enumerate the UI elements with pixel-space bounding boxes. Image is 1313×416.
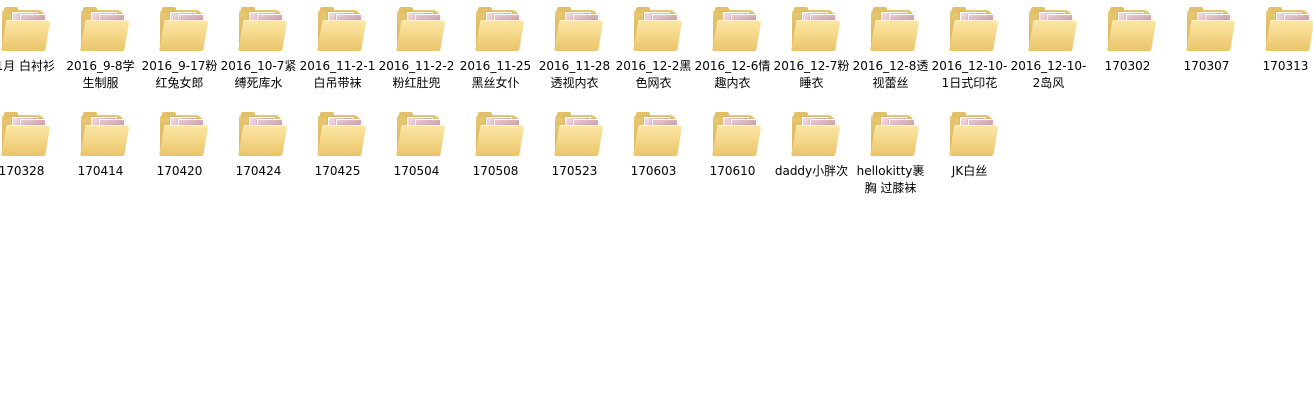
folder-item[interactable]: 2016_9-17粉红兔女郎: [140, 0, 219, 105]
folder-icon: [156, 5, 208, 53]
folder-icon: [314, 110, 366, 158]
folder-item[interactable]: 2016_11-28透视内衣: [535, 0, 614, 105]
folder-icon: [156, 110, 208, 158]
folder-item[interactable]: hellokitty裹胸 过膝袜: [851, 105, 930, 210]
folder-label: 2016_12-6情趣内衣: [694, 59, 771, 90]
folder-label: 170508: [472, 164, 519, 178]
folder-label: 170603: [630, 164, 677, 178]
folder-item[interactable]: 11月 白衬衫: [0, 0, 61, 105]
folder-grid: 11月 白衬衫 2016_9-8学生制服2016_9-17粉红兔女郎2016_10…: [0, 0, 1313, 210]
folder-label: hellokitty裹胸 过膝袜: [856, 164, 925, 195]
folder-label: daddy小胖次: [774, 164, 849, 178]
folder-label: 170424: [235, 164, 282, 178]
folder-icon: [630, 5, 682, 53]
folder-icon: [393, 5, 445, 53]
folder-item[interactable]: 170425: [298, 105, 377, 210]
folder-icon: [946, 110, 998, 158]
folder-label: 170328: [0, 164, 45, 178]
folder-icon: [1104, 5, 1156, 53]
folder-icon: [77, 110, 129, 158]
folder-icon: [551, 5, 603, 53]
folder-icon: [393, 110, 445, 158]
folder-label: 170523: [551, 164, 598, 178]
folder-icon: [867, 5, 919, 53]
folder-icon: [867, 110, 919, 158]
folder-item[interactable]: 2016_12-8透视蕾丝: [851, 0, 930, 105]
folder-item[interactable]: 2016_11-2-1白吊带袜: [298, 0, 377, 105]
folder-icon: [1262, 5, 1313, 53]
folder-item[interactable]: 2016_11-25黑丝女仆: [456, 0, 535, 105]
folder-item[interactable]: 170420: [140, 105, 219, 210]
folder-icon: [709, 5, 761, 53]
folder-item[interactable]: 170610: [693, 105, 772, 210]
folder-label: 2016_9-17粉红兔女郎: [141, 59, 218, 90]
folder-item[interactable]: 2016_11-2-2粉红肚兜: [377, 0, 456, 105]
folder-icon: [788, 5, 840, 53]
folder-item[interactable]: 2016_12-7粉睡衣: [772, 0, 851, 105]
folder-label: 2016_11-25黑丝女仆: [459, 59, 532, 90]
folder-item[interactable]: 2016_12-10-1日式印花: [930, 0, 1009, 105]
folder-label: 2016_12-8透视蕾丝: [852, 59, 929, 90]
folder-label: 170420: [156, 164, 203, 178]
folder-icon: [235, 5, 287, 53]
folder-item[interactable]: 170523: [535, 105, 614, 210]
folder-item[interactable]: 2016_12-6情趣内衣: [693, 0, 772, 105]
folder-item[interactable]: JK白丝: [930, 105, 1009, 210]
folder-label: 170307: [1183, 59, 1230, 73]
folder-item[interactable]: 2016_12-10-2岛风: [1009, 0, 1088, 105]
folder-icon: [472, 5, 524, 53]
folder-label: 170313: [1262, 59, 1309, 73]
folder-item[interactable]: 2016_10-7紧缚死库水: [219, 0, 298, 105]
folder-label: 170425: [314, 164, 361, 178]
folder-icon: [0, 5, 50, 53]
folder-item[interactable]: 170328: [0, 105, 61, 210]
folder-item[interactable]: 170424: [219, 105, 298, 210]
folder-icon: [630, 110, 682, 158]
folder-label: 2016_12-10-1日式印花: [931, 59, 1008, 90]
folder-icon: [77, 5, 129, 53]
folder-item[interactable]: 170307: [1167, 0, 1246, 105]
folder-label: 2016_12-2黑色网衣: [615, 59, 692, 90]
folder-item[interactable]: 2016_12-2黑色网衣: [614, 0, 693, 105]
folder-label: 2016_11-2-1白吊带袜: [299, 59, 376, 90]
folder-icon: [788, 110, 840, 158]
folder-item[interactable]: 170313: [1246, 0, 1313, 105]
folder-label: 2016_11-28透视内衣: [538, 59, 611, 90]
folder-label: 170504: [393, 164, 440, 178]
folder-icon: [709, 110, 761, 158]
folder-item[interactable]: 170414: [61, 105, 140, 210]
folder-icon: [314, 5, 366, 53]
folder-label: 2016_9-8学生制服: [66, 59, 135, 90]
folder-item[interactable]: 170603: [614, 105, 693, 210]
folder-icon: [1183, 5, 1235, 53]
folder-icon: [551, 110, 603, 158]
folder-item[interactable]: 2016_9-8学生制服: [61, 0, 140, 105]
folder-label: 11月 白衬衫: [0, 59, 56, 73]
folder-label: 170610: [709, 164, 756, 178]
folder-item[interactable]: 170302: [1088, 0, 1167, 105]
folder-label: 2016_11-2-2粉红肚兜: [378, 59, 455, 90]
folder-label: JK白丝: [951, 164, 988, 178]
folder-item[interactable]: 170504: [377, 105, 456, 210]
folder-item[interactable]: 170508: [456, 105, 535, 210]
folder-label: 2016_12-10-2岛风: [1010, 59, 1087, 90]
folder-label: 2016_10-7紧缚死库水: [220, 59, 297, 90]
folder-icon: [235, 110, 287, 158]
folder-label: 170302: [1104, 59, 1151, 73]
folder-icon: [946, 5, 998, 53]
folder-icon: [1025, 5, 1077, 53]
folder-item[interactable]: daddy小胖次: [772, 105, 851, 210]
folder-label: 170414: [77, 164, 124, 178]
folder-icon: [472, 110, 524, 158]
folder-label: 2016_12-7粉睡衣: [773, 59, 850, 90]
folder-icon: [0, 110, 50, 158]
explorer-content-pane: 11月 白衬衫 2016_9-8学生制服2016_9-17粉红兔女郎2016_10…: [0, 0, 1313, 416]
